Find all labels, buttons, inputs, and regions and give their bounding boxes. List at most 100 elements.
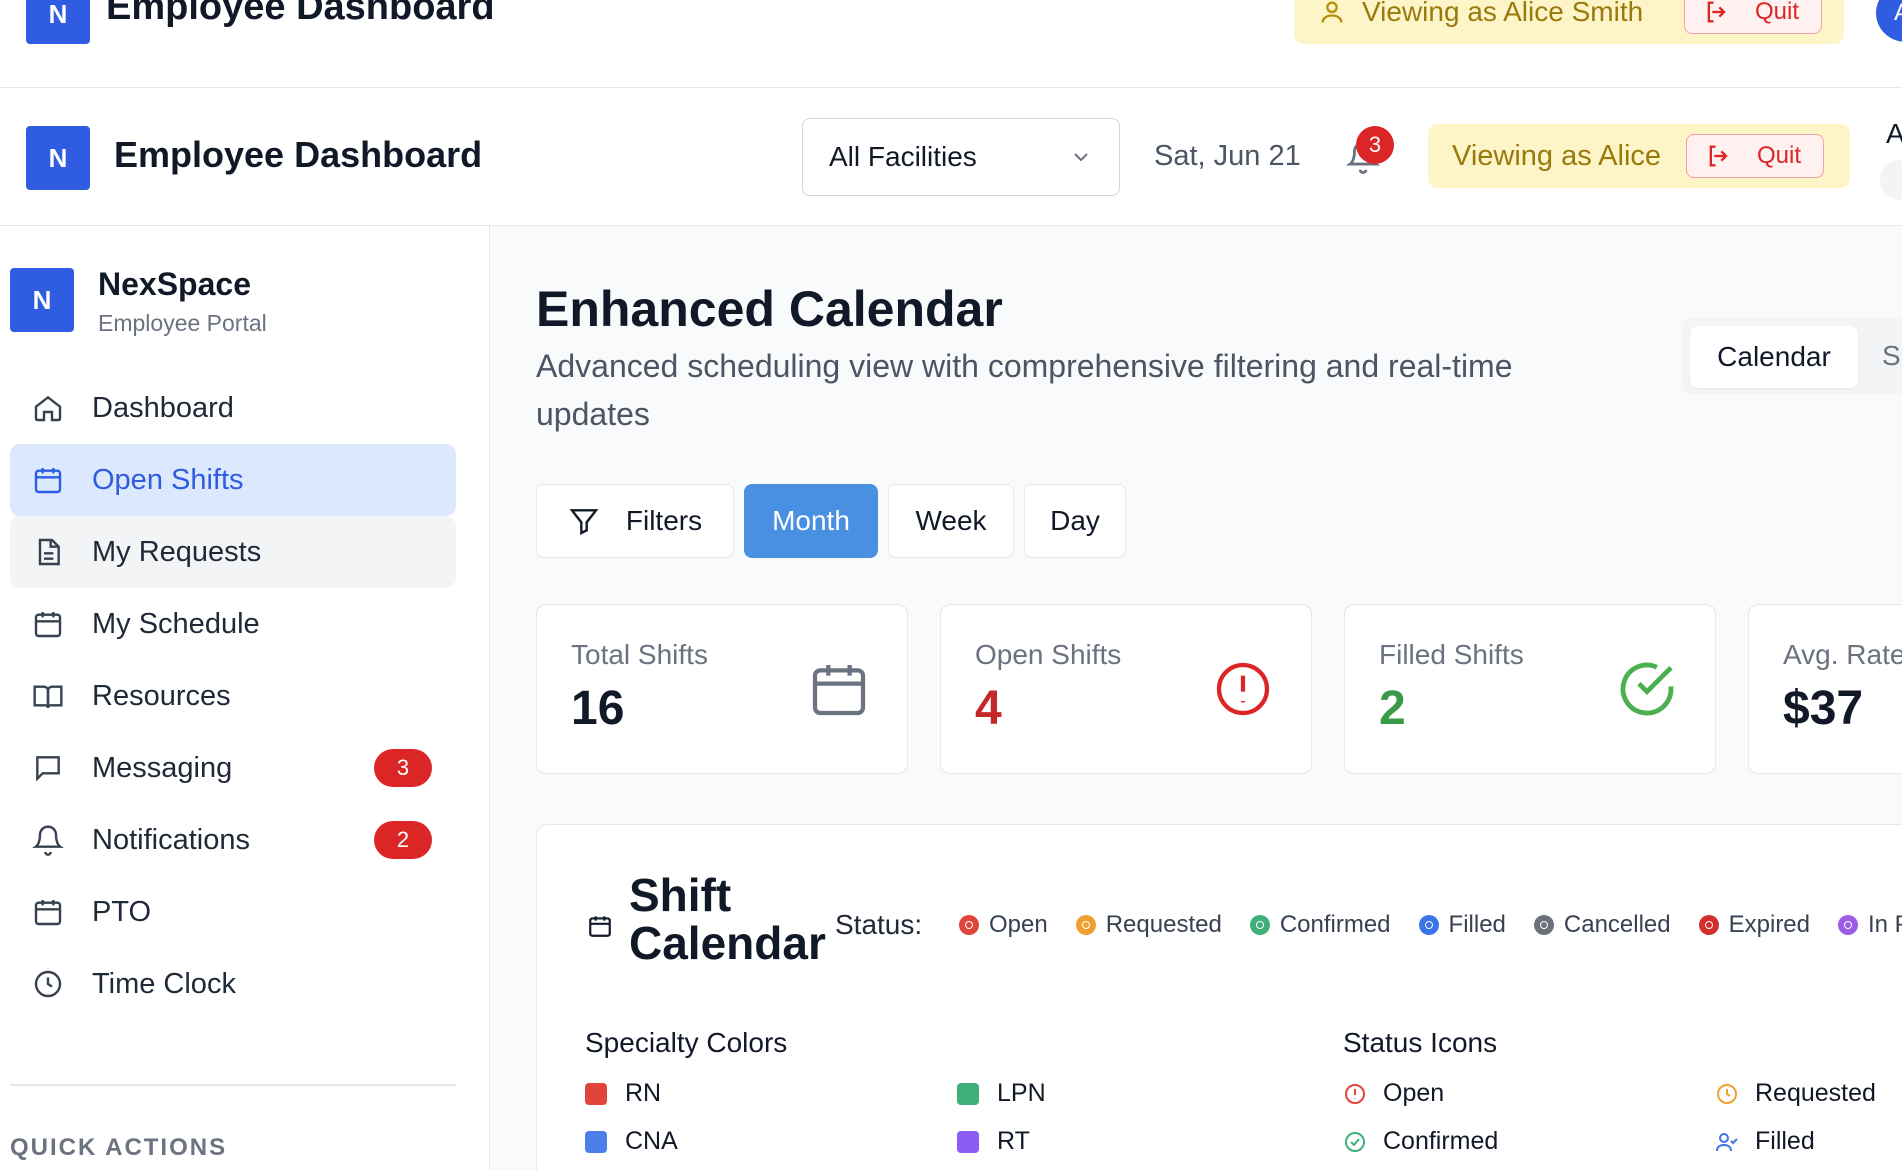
facility-select[interactable]: All Facilities [802,118,1120,196]
status-dot-icon [1075,915,1096,935]
calendar-icon [589,916,611,937]
status-icon-label: Requested [1755,1079,1876,1107]
stat-label: Filled Shifts [1379,639,1524,670]
bell-icon [32,825,64,856]
sidebar-item-open-shifts[interactable]: Open Shifts [10,444,456,516]
legend-item-expired: Expired [1698,911,1810,939]
calendar-toolbar: Filters Month Week Day [536,484,1126,558]
stat-label: Avg. Rate [1783,639,1902,670]
sidebar-item-label: Resources [92,679,231,712]
notification-count-badge: 3 [1356,126,1394,164]
sidebar-item-label: Notifications [92,823,250,856]
status-dot-icon [1533,915,1554,935]
divider [10,1084,456,1086]
sidebar-item-label: Messaging [92,751,233,784]
check-circle-icon [1620,662,1674,716]
legend-item-filled: Filled [1418,911,1506,939]
status-dot-icon [959,915,979,935]
stat-value: $37 [1783,682,1864,735]
status-icon-confirmed: Confirmed [1343,1127,1498,1156]
sidebar-item-label: PTO [92,895,152,928]
status-dot-icon [1838,915,1858,935]
status-icon-requested: Requested [1715,1079,1876,1108]
clock-icon [1717,1083,1737,1104]
day-view-button[interactable]: Day [1024,484,1126,558]
specialty-cna: CNA [585,1127,678,1156]
viewing-as-label: Viewing as Alice [1452,139,1662,172]
color-swatch [957,1082,979,1105]
notifications-count-badge: 2 [374,821,432,859]
legend-label: Confirmed [1279,911,1391,938]
sidebar: N NexSpace Employee Portal Dashboard Ope… [0,226,490,1170]
status-dot-icon [1249,915,1270,935]
calendar-icon [34,468,62,494]
sidebar-item-my-requests[interactable]: My Requests [10,516,456,588]
alert-circle-icon [1216,662,1270,716]
status-legend-label: Status: [835,909,923,940]
filters-label: Filters [625,505,703,536]
quick-actions-heading: QUICK ACTIONS [10,1134,228,1161]
quit-label: Quit [1757,142,1802,169]
specialty-colors-heading: Specialty Colors [585,1027,788,1058]
user-menu-pill[interactable] [1880,160,1902,200]
quit-button[interactable]: Quit [1686,134,1824,178]
month-view-button[interactable]: Month [744,484,878,558]
user-check-icon [1716,1132,1738,1151]
tab-shifts[interactable]: Sl [1882,340,1902,372]
legend-item-cancelled: Cancelled [1533,911,1671,939]
stat-label: Total Shifts [571,639,708,670]
sidebar-item-my-schedule[interactable]: My Schedule [10,588,456,660]
stat-card-open-shifts: Open Shifts 4 [940,604,1312,774]
specialty-lpn: LPN [957,1079,1046,1108]
message-icon [36,756,60,782]
calendar-icon [34,900,62,926]
stat-card-avg-rate: Avg. Rate $37 [1748,604,1902,774]
quit-button[interactable]: Quit [1684,0,1822,34]
alert-circle-icon [1345,1083,1365,1104]
status-icon-open: Open [1343,1079,1444,1108]
legend-label: Open [989,911,1048,938]
sidebar-item-dashboard[interactable]: Dashboard [10,372,456,444]
status-icon-label: Filled [1755,1127,1815,1155]
stat-value: 16 [571,682,625,735]
color-swatch [957,1130,979,1153]
book-icon [33,685,63,709]
avatar[interactable]: A [1876,0,1902,42]
current-date: Sat, Jun 21 [1154,140,1301,172]
sidebar-item-time-clock[interactable]: Time Clock [10,948,456,1020]
app-title: Employee Dashboard [106,0,495,28]
status-icons-heading: Status Icons [1343,1027,1498,1058]
color-swatch [585,1130,607,1153]
sidebar-item-pto[interactable]: PTO [10,876,456,948]
week-view-button[interactable]: Week [888,484,1014,558]
user-icon [1321,1,1343,23]
brand-subtitle: Employee Portal [98,310,267,336]
sidebar-item-resources[interactable]: Resources [10,660,456,732]
legend-item-requested: Requested [1075,911,1222,939]
specialty-label: LPN [997,1079,1046,1107]
page-subtitle: Advanced scheduling view with comprehens… [536,348,1513,432]
legend-label: Cancelled [1563,911,1671,938]
filters-button[interactable]: Filters [536,484,734,558]
sidebar-item-label: Time Clock [92,967,236,1000]
stat-card-filled-shifts: Filled Shifts 2 [1344,604,1716,774]
calendar-title: Shift Calendar [629,871,826,967]
messaging-count-badge: 3 [374,749,432,787]
ghost-header: N Employee Dashboard Viewing as Alice Sm… [0,0,1902,88]
legend-label: Requested [1105,911,1222,938]
specialty-label: CNA [625,1127,678,1155]
check-circle-icon [1345,1131,1365,1152]
status-legend: Open Requested Confirmed Filled Cancelle… [959,911,1902,939]
tab-calendar[interactable]: Calendar [1690,326,1858,388]
sidebar-item-notifications[interactable]: Notifications 2 [10,804,456,876]
viewing-as-banner: Viewing as Alice Smith Quit [1294,0,1844,44]
main-content: Enhanced Calendar Advanced scheduling vi… [492,226,1902,1170]
legend-item-confirmed: Confirmed [1249,911,1391,939]
calendar-title-line1: Shift [629,869,732,921]
specialty-rn: RN [585,1079,661,1108]
clock-icon [34,970,62,998]
calendar-icon [34,612,62,638]
sidebar-item-messaging[interactable]: Messaging 3 [10,732,456,804]
user-initial: A [1886,118,1902,149]
status-dot-icon [1698,915,1719,935]
